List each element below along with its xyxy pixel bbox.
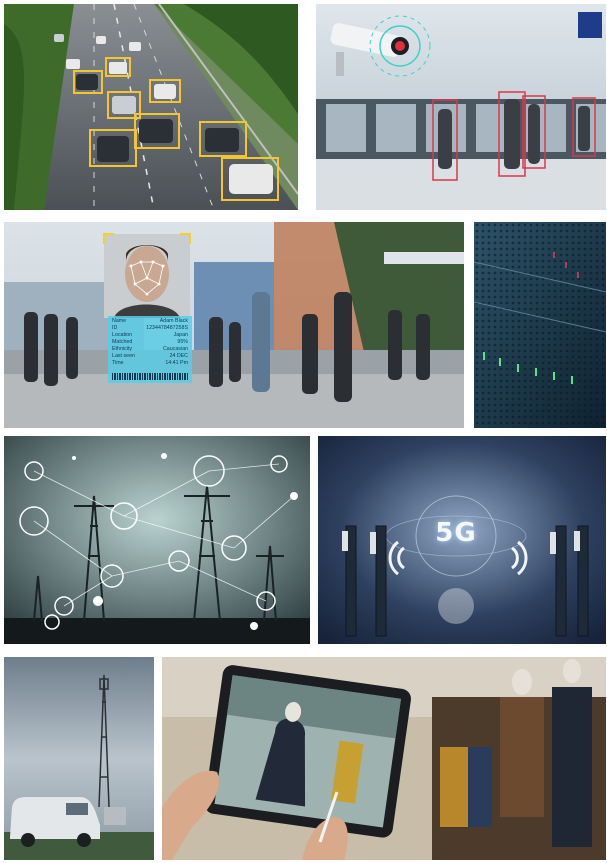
tablet-device <box>204 665 411 838</box>
id-row: Name Adam Black <box>112 318 188 324</box>
traffic-scene <box>4 4 298 210</box>
server-scene <box>474 222 606 428</box>
id-row: ID 1234478487258S <box>112 325 188 331</box>
tablet-shopping-scene <box>162 657 606 860</box>
face-id-card: Name Adam Black ID 1234478487258S Location… <box>108 316 192 383</box>
face-recognition-photo: Name Adam Black ID 1234478487258S Location… <box>4 222 464 428</box>
fiveg-label: 5G <box>435 518 477 548</box>
fiveg-photo: 5G <box>318 436 606 644</box>
id-row: Ethnicity Caucasian <box>112 346 188 352</box>
traffic-photo <box>4 4 298 210</box>
id-row: Location Japan <box>112 332 188 338</box>
tower-van-photo <box>4 657 154 860</box>
id-row: Matched 95% <box>112 339 188 345</box>
power-grid-photo <box>4 436 310 644</box>
server-photo <box>474 222 606 428</box>
barcode-icon <box>112 373 188 380</box>
id-row: Time 14:41 Pm <box>112 360 188 366</box>
id-row: Last seen 24 DEC <box>112 353 188 359</box>
cctv-photo <box>316 4 606 210</box>
tower-van-scene <box>4 657 154 860</box>
power-grid-scene <box>4 436 310 644</box>
tablet-shopping-photo <box>162 657 606 860</box>
cctv-scene <box>316 4 606 210</box>
face-recognition-scene <box>4 222 464 428</box>
